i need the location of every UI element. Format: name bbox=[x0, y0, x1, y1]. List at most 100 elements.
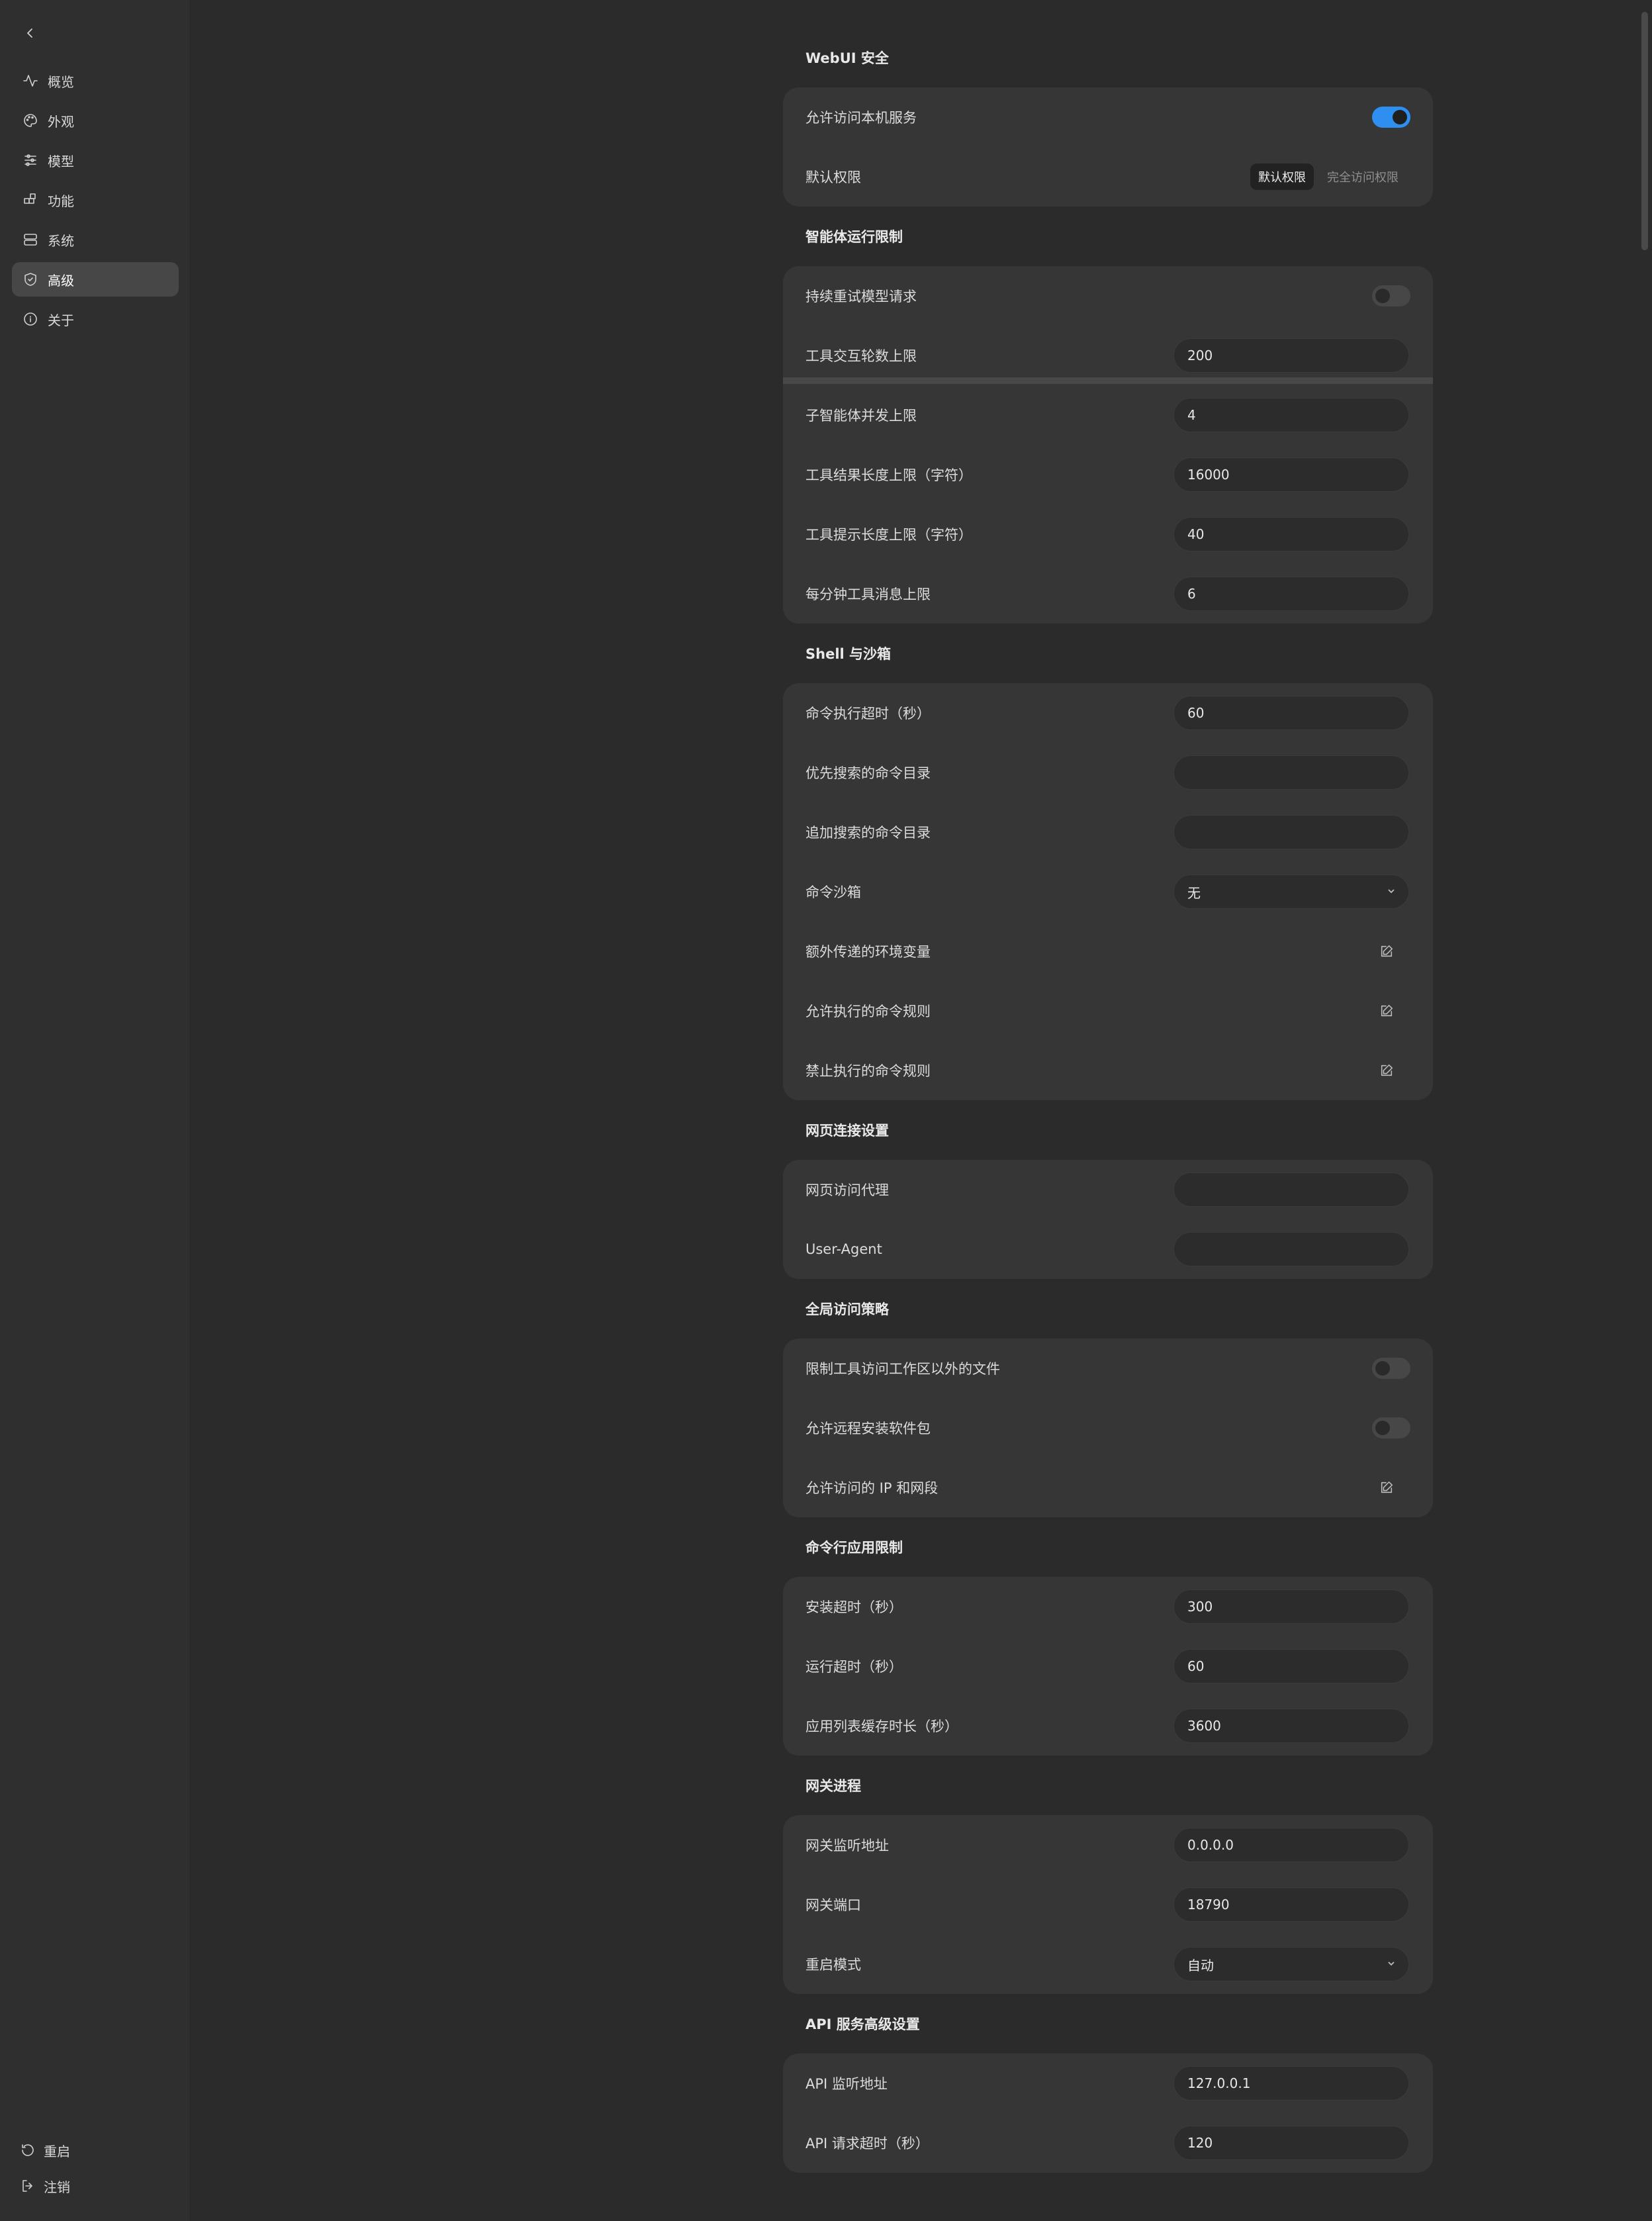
extra-dirs-input[interactable] bbox=[1173, 815, 1409, 849]
perm-option-full[interactable]: 完全访问权限 bbox=[1319, 164, 1406, 190]
sidebar-item-label: 系统 bbox=[48, 232, 74, 249]
row-extra-dirs: 追加搜索的命令目录 bbox=[783, 802, 1433, 862]
section-title-cli: 命令行应用限制 bbox=[805, 1540, 903, 1556]
row-label: 默认权限 bbox=[805, 169, 861, 185]
row-gateway-host: 网关监听地址 0.0.0.0 bbox=[783, 1815, 1433, 1875]
sidebar-item-label: 高级 bbox=[48, 272, 74, 289]
row-allow-rules: 允许执行的命令规则 bbox=[783, 981, 1433, 1041]
row-label: 允许执行的命令规则 bbox=[805, 1004, 931, 1019]
row-label: 应用列表缓存时长（秒） bbox=[805, 1719, 958, 1734]
card-webui: 允许访问本机服务 默认权限 默认权限 完全访问权限 bbox=[783, 87, 1433, 207]
sidebar: 概览 外观 模型 功能 系统 高级 关于 重启 注销 bbox=[0, 0, 191, 2221]
allow-rules-edit-button[interactable] bbox=[1376, 1000, 1397, 1021]
gateway-host-input[interactable]: 0.0.0.0 bbox=[1173, 1828, 1409, 1862]
row-remote-install: 允许远程安装软件包 bbox=[783, 1398, 1433, 1458]
row-label: 网页访问代理 bbox=[805, 1182, 889, 1198]
section-title-agent: 智能体运行限制 bbox=[805, 229, 903, 245]
blocks-icon bbox=[21, 191, 40, 209]
gateway-port-input[interactable]: 18790 bbox=[1173, 1887, 1409, 1922]
palette-icon bbox=[21, 111, 40, 130]
install-timeout-input[interactable]: 300 bbox=[1173, 1589, 1409, 1624]
sub-agents-input[interactable]: 4 bbox=[1173, 398, 1409, 432]
logout-button[interactable]: 注销 bbox=[20, 2173, 70, 2199]
row-sub-agents: 子智能体并发上限 4 bbox=[783, 385, 1433, 445]
hint-len-input[interactable]: 40 bbox=[1173, 517, 1409, 551]
sidebar-item-features[interactable]: 功能 bbox=[12, 183, 179, 217]
info-icon bbox=[21, 310, 40, 328]
row-msg-per-min: 每分钟工具消息上限 6 bbox=[783, 564, 1433, 624]
row-install-timeout: 安装超时（秒） 300 bbox=[783, 1577, 1433, 1636]
restart-mode-value: 自动 bbox=[1187, 1957, 1214, 1973]
restart-mode-select[interactable]: 自动 bbox=[1173, 1947, 1409, 1981]
row-label: 允许访问的 IP 和网段 bbox=[805, 1480, 939, 1496]
row-cache: 应用列表缓存时长（秒） 3600 bbox=[783, 1696, 1433, 1756]
row-label: 工具交互轮数上限 bbox=[805, 348, 917, 364]
sidebar-item-models[interactable]: 模型 bbox=[12, 143, 179, 177]
msg-per-min-input[interactable]: 6 bbox=[1173, 577, 1409, 611]
api-host-input[interactable]: 127.0.0.1 bbox=[1173, 2066, 1409, 2101]
row-hint-len: 工具提示长度上限（字符） 40 bbox=[783, 504, 1433, 564]
row-allow-local: 允许访问本机服务 bbox=[783, 87, 1433, 147]
tool-turns-input[interactable]: 200 bbox=[1173, 338, 1409, 373]
row-env: 额外传递的环境变量 bbox=[783, 921, 1433, 981]
env-edit-button[interactable] bbox=[1376, 941, 1397, 962]
cache-input[interactable]: 3600 bbox=[1173, 1709, 1409, 1743]
edit-icon bbox=[1381, 1004, 1393, 1017]
section-title-web: 网页连接设置 bbox=[805, 1123, 889, 1139]
section-title-api: API 服务高级设置 bbox=[805, 2016, 920, 2032]
prior-dirs-input[interactable] bbox=[1173, 755, 1409, 790]
deny-rules-edit-button[interactable] bbox=[1376, 1060, 1397, 1081]
result-len-input[interactable]: 16000 bbox=[1173, 457, 1409, 492]
scrollbar[interactable] bbox=[1641, 12, 1648, 250]
row-label: 禁止执行的命令规则 bbox=[805, 1063, 931, 1079]
row-label: 重启模式 bbox=[805, 1957, 861, 1973]
row-default-perm: 默认权限 默认权限 完全访问权限 bbox=[783, 147, 1433, 207]
edit-icon bbox=[1381, 1064, 1393, 1076]
restrict-toggle[interactable] bbox=[1372, 1358, 1410, 1379]
perm-option-default[interactable]: 默认权限 bbox=[1250, 164, 1314, 190]
sidebar-item-appearance[interactable]: 外观 bbox=[12, 103, 179, 138]
row-user-agent: User-Agent bbox=[783, 1219, 1433, 1279]
sidebar-item-about[interactable]: 关于 bbox=[12, 302, 179, 336]
restart-button[interactable]: 重启 bbox=[20, 2137, 70, 2163]
row-api-timeout: API 请求超时（秒） 120 bbox=[783, 2113, 1433, 2173]
section-title-gateway: 网关进程 bbox=[805, 1778, 861, 1794]
row-label: 优先搜索的命令目录 bbox=[805, 765, 931, 781]
card-shell: 命令执行超时（秒） 60 优先搜索的命令目录 追加搜索的命令目录 命令沙箱 无 … bbox=[783, 683, 1433, 1100]
user-agent-input[interactable] bbox=[1173, 1232, 1409, 1266]
row-label: 命令执行超时（秒） bbox=[805, 706, 931, 722]
restart-icon bbox=[22, 2144, 34, 2156]
row-proxy: 网页访问代理 bbox=[783, 1160, 1433, 1219]
ips-edit-button[interactable] bbox=[1376, 1477, 1397, 1498]
card-gateway: 网关监听地址 0.0.0.0 网关端口 18790 重启模式 自动 bbox=[783, 1815, 1433, 1994]
api-timeout-input[interactable]: 120 bbox=[1173, 2126, 1409, 2160]
sidebar-item-overview[interactable]: 概览 bbox=[12, 64, 179, 98]
row-retry: 持续重试模型请求 bbox=[783, 266, 1433, 326]
row-gateway-port: 网关端口 18790 bbox=[783, 1875, 1433, 1934]
allow-local-toggle[interactable] bbox=[1372, 107, 1410, 128]
sidebar-item-label: 模型 bbox=[48, 153, 74, 169]
settings-main: WebUI 安全 允许访问本机服务 默认权限 默认权限 完全访问权限 智能体运行… bbox=[191, 0, 1652, 2221]
remote-install-toggle[interactable] bbox=[1372, 1417, 1410, 1439]
retry-toggle[interactable] bbox=[1372, 285, 1410, 307]
server-icon bbox=[21, 230, 40, 249]
row-label: 工具结果长度上限（字符） bbox=[805, 467, 972, 483]
back-button[interactable] bbox=[17, 20, 44, 46]
section-title-webui: WebUI 安全 bbox=[805, 50, 889, 66]
sidebar-item-system[interactable]: 系统 bbox=[12, 222, 179, 257]
row-label: API 请求超时（秒） bbox=[805, 2136, 929, 2151]
edit-icon bbox=[1381, 945, 1393, 957]
timeout-input[interactable]: 60 bbox=[1173, 696, 1409, 730]
sandbox-select[interactable]: 无 bbox=[1173, 874, 1409, 909]
row-label: 追加搜索的命令目录 bbox=[805, 825, 931, 841]
run-timeout-input[interactable]: 60 bbox=[1173, 1649, 1409, 1683]
card-access: 限制工具访问工作区以外的文件 允许远程安装软件包 允许访问的 IP 和网段 bbox=[783, 1339, 1433, 1517]
row-run-timeout: 运行超时（秒） 60 bbox=[783, 1636, 1433, 1696]
row-tool-turns: 工具交互轮数上限 200 bbox=[783, 326, 1433, 385]
sidebar-item-advanced[interactable]: 高级 bbox=[12, 262, 179, 297]
chevron-down-icon bbox=[1385, 884, 1398, 898]
row-label: 限制工具访问工作区以外的文件 bbox=[805, 1361, 1000, 1377]
row-label: 持续重试模型请求 bbox=[805, 289, 917, 305]
proxy-input[interactable] bbox=[1173, 1172, 1409, 1207]
logout-icon bbox=[23, 2180, 32, 2192]
